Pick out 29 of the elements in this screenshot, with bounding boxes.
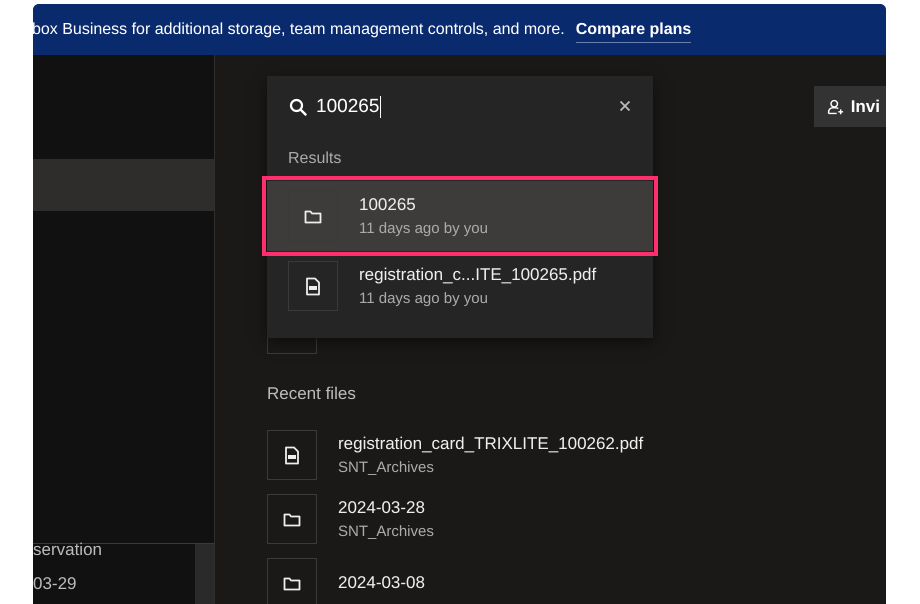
document-icon xyxy=(305,276,321,296)
folder-icon xyxy=(283,512,301,526)
file-location: SNT_Archives xyxy=(338,459,435,476)
result-meta: 11 days ago by you xyxy=(359,220,488,237)
sidebar-entry[interactable]: 03-29 xyxy=(33,574,195,594)
search-result[interactable]: registration_c...ITE_100265.pdf 11 days ago by you xyxy=(267,251,653,321)
result-meta: 11 days ago by you xyxy=(359,290,489,307)
search-result[interactable]: 100265 11 days ago by you xyxy=(267,181,653,251)
recent-files-heading: Recent files xyxy=(267,384,357,404)
search-field[interactable]: 100265 xyxy=(267,76,653,138)
file-thumbnail[interactable] xyxy=(267,558,317,604)
folder-icon xyxy=(304,208,322,224)
result-name: registration_c...ITE_100265.pdf xyxy=(359,265,596,285)
sidebar-entry[interactable]: servation xyxy=(33,540,195,560)
result-name: 100265 xyxy=(359,195,417,215)
file-location: SNT_Archives xyxy=(338,523,434,540)
compare-plans-link[interactable]: Compare plans xyxy=(576,20,692,42)
banner-text: box Business for additional storage, team management controls, and more. xyxy=(33,20,565,38)
search-icon xyxy=(289,98,307,116)
folder-icon xyxy=(283,576,301,590)
scrollbar[interactable] xyxy=(195,544,214,604)
file-name[interactable]: 2024-03-28 xyxy=(338,498,434,518)
file-name[interactable]: registration_card_TRIXLITE_100262.pdf xyxy=(338,434,644,454)
document-icon xyxy=(284,446,300,464)
file-thumbnail[interactable] xyxy=(267,494,317,544)
invite-button[interactable]: Invi xyxy=(814,86,886,127)
file-name[interactable]: 2024-03-08 xyxy=(338,573,425,593)
file-thumbnail[interactable] xyxy=(267,430,317,480)
results-heading: Results xyxy=(287,149,342,169)
